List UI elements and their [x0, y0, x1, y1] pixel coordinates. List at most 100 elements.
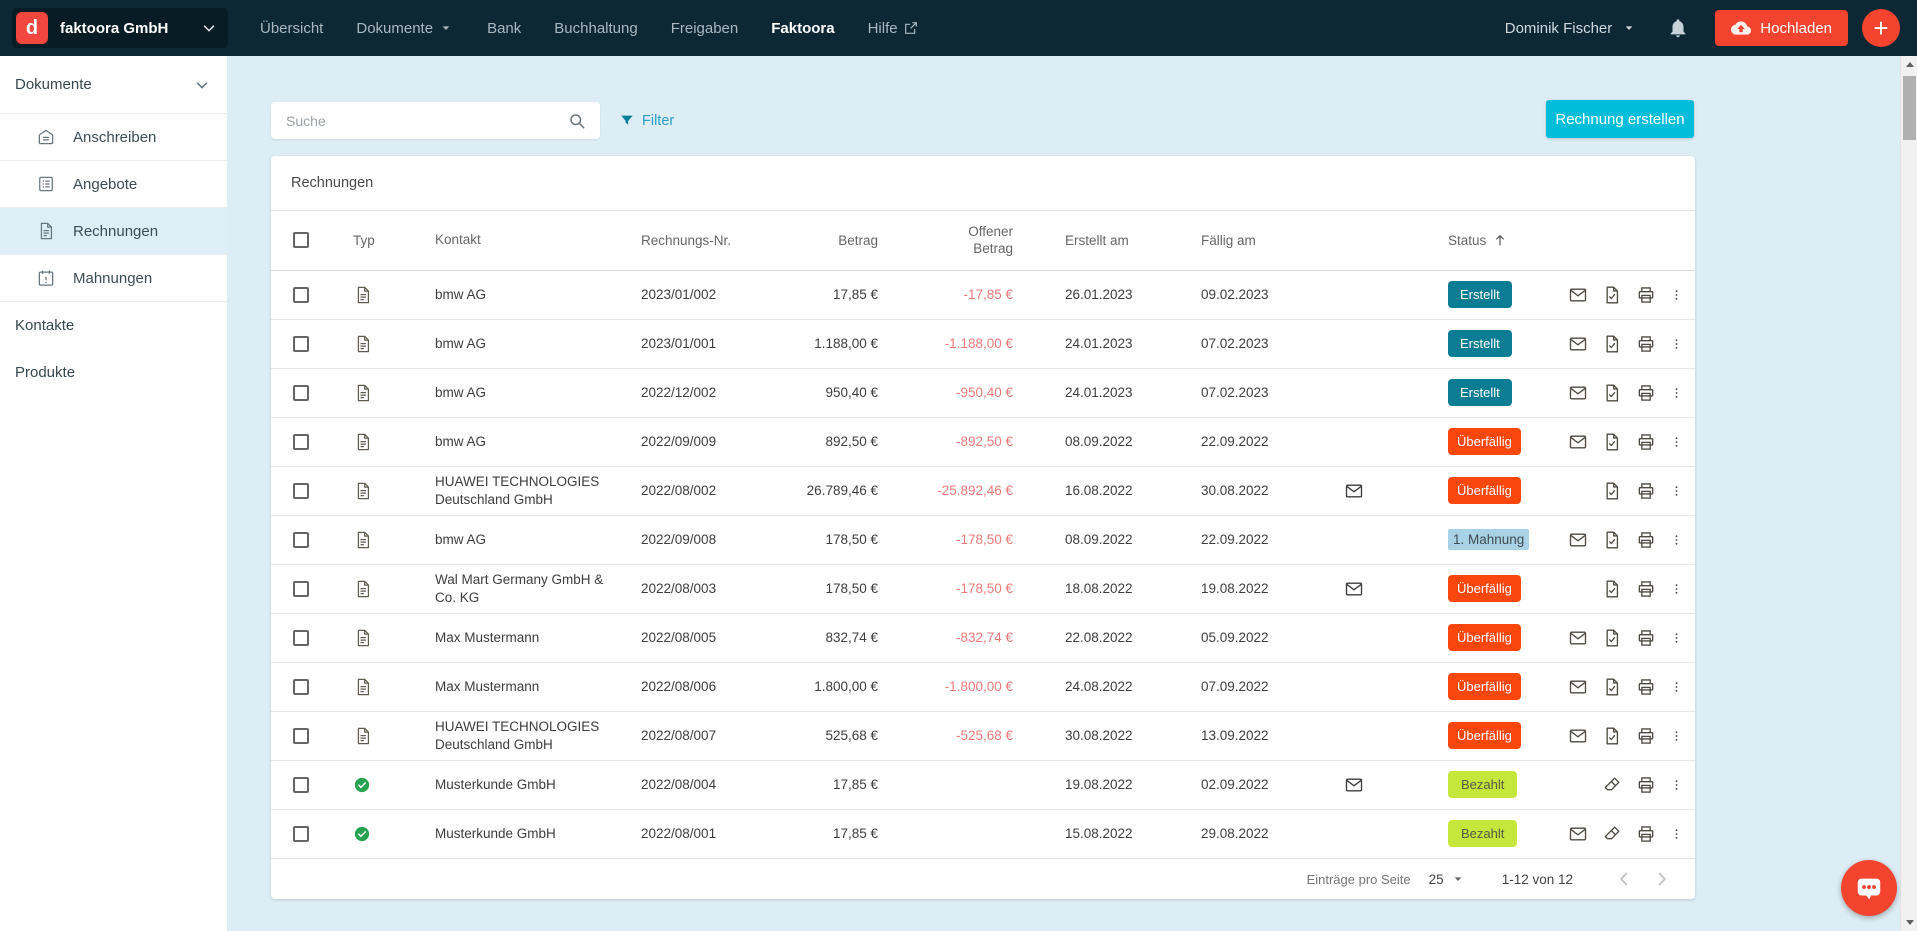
row-checkbox[interactable] — [293, 679, 309, 695]
invoice-row[interactable]: bmw AG2022/09/009892,50 €-892,50 €08.09.… — [271, 417, 1695, 466]
create-invoice-button[interactable]: Rechnung erstellen — [1546, 100, 1694, 138]
kebab-menu-action-button[interactable] — [1670, 383, 1683, 403]
upload-button[interactable]: Hochladen — [1715, 10, 1848, 46]
doc-check-action-button[interactable] — [1602, 530, 1622, 550]
chat-widget-button[interactable] — [1841, 860, 1897, 916]
row-checkbox[interactable] — [293, 728, 309, 744]
row-checkbox[interactable] — [293, 581, 309, 597]
nav-item-buchhaltung[interactable]: Buchhaltung — [554, 20, 637, 37]
mail-action-button[interactable] — [1568, 677, 1588, 697]
print-action-button[interactable] — [1636, 285, 1656, 305]
sidebar-item-rechnungen[interactable]: Rechnungen — [0, 208, 227, 255]
row-checkbox[interactable] — [293, 434, 309, 450]
invoice-row[interactable]: HUAWEI TECHNOLOGIES Deutschland GmbH2022… — [271, 466, 1695, 515]
kebab-menu-action-button[interactable] — [1670, 579, 1683, 599]
doc-check-action-button[interactable] — [1602, 628, 1622, 648]
kebab-menu-action-button[interactable] — [1670, 726, 1683, 746]
row-checkbox[interactable] — [293, 385, 309, 401]
col-rechnungs-nr[interactable]: Rechnungs-Nr. — [636, 211, 766, 270]
invoice-row[interactable]: Max Mustermann2022/08/005832,74 €-832,74… — [271, 613, 1695, 662]
scroll-up-button[interactable] — [1901, 56, 1917, 73]
kebab-menu-action-button[interactable] — [1670, 285, 1683, 305]
kebab-menu-action-button[interactable] — [1670, 530, 1683, 550]
doc-check-action-button[interactable] — [1602, 726, 1622, 746]
col-typ[interactable]: Typ — [331, 211, 421, 270]
print-action-button[interactable] — [1636, 824, 1656, 844]
mail-action-button[interactable] — [1568, 383, 1588, 403]
invoice-row[interactable]: bmw AG2023/01/00217,85 €-17,85 €26.01.20… — [271, 270, 1695, 319]
nav-item-hilfe[interactable]: Hilfe — [868, 20, 919, 37]
print-action-button[interactable] — [1636, 628, 1656, 648]
mail-action-button[interactable] — [1568, 824, 1588, 844]
kebab-menu-action-button[interactable] — [1670, 775, 1683, 795]
col-betrag[interactable]: Betrag — [766, 211, 886, 270]
kebab-menu-action-button[interactable] — [1670, 481, 1683, 501]
print-action-button[interactable] — [1636, 775, 1656, 795]
kebab-menu-action-button[interactable] — [1670, 432, 1683, 452]
kebab-menu-action-button[interactable] — [1670, 628, 1683, 648]
scrollbar-thumb[interactable] — [1903, 76, 1916, 140]
mail-action-button[interactable] — [1568, 628, 1588, 648]
print-action-button[interactable] — [1636, 334, 1656, 354]
sidebar-item-produkte[interactable]: Produkte — [0, 349, 227, 396]
col-faellig-am[interactable]: Fällig am — [1163, 211, 1305, 270]
kebab-menu-action-button[interactable] — [1670, 677, 1683, 697]
row-checkbox[interactable] — [293, 336, 309, 352]
print-action-button[interactable] — [1636, 726, 1656, 746]
invoice-row[interactable]: Max Mustermann2022/08/0061.800,00 €-1.80… — [271, 662, 1695, 711]
doc-check-action-button[interactable] — [1602, 285, 1622, 305]
row-checkbox[interactable] — [293, 777, 309, 793]
mail-action-button[interactable] — [1568, 726, 1588, 746]
invoice-row[interactable]: Musterkunde GmbH2022/08/00117,85 €15.08.… — [271, 809, 1695, 858]
invoice-row[interactable]: bmw AG2022/12/002950,40 €-950,40 €24.01.… — [271, 368, 1695, 417]
filter-button[interactable]: Filter — [619, 102, 674, 139]
eraser-action-button[interactable] — [1602, 824, 1622, 844]
eraser-action-button[interactable] — [1602, 775, 1622, 795]
mail-action-button[interactable] — [1568, 285, 1588, 305]
nav-item-freigaben[interactable]: Freigaben — [671, 20, 739, 37]
print-action-button[interactable] — [1636, 677, 1656, 697]
mail-action-button[interactable] — [1568, 432, 1588, 452]
kebab-menu-action-button[interactable] — [1670, 334, 1683, 354]
kebab-menu-action-button[interactable] — [1670, 824, 1683, 844]
print-action-button[interactable] — [1636, 432, 1656, 452]
select-all-checkbox[interactable] — [293, 232, 309, 248]
nav-item-dokumente[interactable]: Dokumente — [356, 20, 454, 37]
row-checkbox[interactable] — [293, 287, 309, 303]
nav-item-uebersicht[interactable]: Übersicht — [260, 20, 323, 37]
print-action-button[interactable] — [1636, 579, 1656, 599]
mail-action-button[interactable] — [1568, 530, 1588, 550]
nav-item-bank[interactable]: Bank — [487, 20, 521, 37]
row-checkbox[interactable] — [293, 826, 309, 842]
company-selector[interactable]: d faktoora GmbH — [12, 8, 228, 48]
sidebar-item-angebote[interactable]: Angebote — [0, 161, 227, 208]
per-page-select[interactable]: 25 — [1429, 871, 1466, 887]
doc-check-action-button[interactable] — [1602, 383, 1622, 403]
invoice-row[interactable]: bmw AG2023/01/0011.188,00 €-1.188,00 €24… — [271, 319, 1695, 368]
mail-action-button[interactable] — [1568, 334, 1588, 354]
search-input[interactable] — [271, 113, 567, 129]
add-button[interactable]: + — [1862, 9, 1900, 47]
invoice-row[interactable]: bmw AG2022/09/008178,50 €-178,50 €08.09.… — [271, 515, 1695, 564]
prev-page-button[interactable] — [1611, 866, 1637, 892]
col-kontakt[interactable]: Kontakt — [421, 211, 636, 270]
doc-check-action-button[interactable] — [1602, 579, 1622, 599]
scroll-down-button[interactable] — [1901, 914, 1917, 931]
doc-check-action-button[interactable] — [1602, 481, 1622, 501]
print-action-button[interactable] — [1636, 481, 1656, 501]
sidebar-item-mahnungen[interactable]: Mahnungen — [0, 255, 227, 302]
invoice-row[interactable]: Wal Mart Germany GmbH & Co. KG2022/08/00… — [271, 564, 1695, 613]
sidebar-section-dokumente[interactable]: Dokumente — [0, 56, 227, 114]
user-menu[interactable]: Dominik Fischer — [1505, 20, 1638, 37]
sidebar-item-kontakte[interactable]: Kontakte — [0, 302, 227, 349]
nav-item-faktoora[interactable]: Faktoora — [771, 20, 834, 37]
print-action-button[interactable] — [1636, 383, 1656, 403]
col-erstellt-am[interactable]: Erstellt am — [1021, 211, 1163, 270]
doc-check-action-button[interactable] — [1602, 432, 1622, 452]
doc-check-action-button[interactable] — [1602, 677, 1622, 697]
row-checkbox[interactable] — [293, 483, 309, 499]
invoice-row[interactable]: Musterkunde GmbH2022/08/00417,85 €19.08.… — [271, 760, 1695, 809]
print-action-button[interactable] — [1636, 530, 1656, 550]
next-page-button[interactable] — [1649, 866, 1675, 892]
doc-check-action-button[interactable] — [1602, 334, 1622, 354]
